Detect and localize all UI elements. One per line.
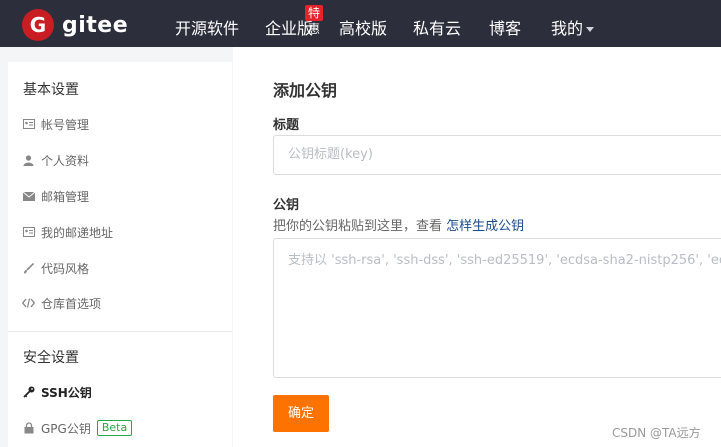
public-key-label: 公钥 bbox=[273, 198, 300, 213]
nav-item-private-cloud[interactable]: 私有云 bbox=[413, 15, 461, 39]
sidebar-item-address[interactable]: 我的邮递地址 bbox=[22, 223, 113, 241]
user-icon bbox=[22, 154, 35, 167]
address-card-icon bbox=[22, 226, 35, 239]
sidebar-item-label: SSH公钥 bbox=[41, 385, 92, 400]
group-title-basic: 基本设置 bbox=[23, 82, 79, 98]
sidebar-item-label: GPG公钥 bbox=[41, 421, 91, 436]
key-icon bbox=[22, 386, 35, 399]
gitee-logo-icon: G bbox=[22, 9, 54, 41]
sidebar-item-label: 代码风格 bbox=[41, 261, 90, 276]
sidebar-item-ssh-keys[interactable]: SSH公钥 bbox=[22, 383, 92, 401]
submit-button[interactable]: 确定 bbox=[273, 395, 329, 432]
beta-badge: Beta bbox=[96, 420, 133, 436]
public-key-textarea[interactable]: 支持以 'ssh-rsa', 'ssh-dss', 'ssh-ed25519',… bbox=[273, 238, 721, 378]
sidebar-item-label: 个人资料 bbox=[41, 153, 90, 168]
brush-icon bbox=[22, 262, 35, 275]
nav-item-open-source[interactable]: 开源软件 bbox=[175, 15, 239, 39]
settings-sidebar: 基本设置 帐号管理 个人资料 邮箱管理 我的邮递地址 代码风格 仓库首选项 安全… bbox=[8, 62, 232, 447]
sidebar-item-code-style[interactable]: 代码风格 bbox=[22, 259, 89, 277]
sidebar-item-profile[interactable]: 个人资料 bbox=[22, 151, 89, 169]
code-icon bbox=[22, 297, 35, 310]
nav-item-blog[interactable]: 博客 bbox=[489, 15, 521, 39]
sidebar-item-label: 仓库首选项 bbox=[41, 296, 102, 311]
sidebar-item-email[interactable]: 邮箱管理 bbox=[22, 187, 89, 205]
help-text-body: 把你的公钥粘贴到这里，查看 bbox=[273, 219, 447, 234]
watermark: CSDN @TA远方 bbox=[612, 426, 701, 440]
nav-item-mine[interactable]: 我的 bbox=[551, 15, 595, 39]
top-navbar: G gitee 开源软件 企业版 特惠 高校版 私有云 博客 我的 bbox=[0, 0, 721, 47]
logo-letter: G bbox=[29, 13, 47, 37]
sidebar-item-label: 帐号管理 bbox=[41, 117, 90, 132]
id-card-icon bbox=[22, 118, 35, 131]
envelope-icon bbox=[22, 190, 35, 203]
sidebar-item-gpg-keys[interactable]: GPG公钥 Beta bbox=[22, 419, 133, 437]
public-key-placeholder: 支持以 'ssh-rsa', 'ssh-dss', 'ssh-ed25519',… bbox=[288, 253, 721, 268]
gitee-logo[interactable]: G gitee bbox=[22, 9, 128, 41]
key-title-placeholder: 公钥标题(key) bbox=[288, 147, 373, 162]
brand-name: gitee bbox=[62, 12, 129, 38]
group-title-security: 安全设置 bbox=[23, 350, 79, 366]
help-text: 把你的公钥粘贴到这里，查看 怎样生成公钥 bbox=[273, 215, 524, 234]
sidebar-item-label: 邮箱管理 bbox=[41, 189, 90, 204]
how-to-generate-key-link[interactable]: 怎样生成公钥 bbox=[446, 219, 524, 234]
title-label: 标题 bbox=[273, 118, 300, 133]
nav-item-education[interactable]: 高校版 bbox=[339, 15, 387, 39]
lock-icon bbox=[22, 422, 35, 435]
sidebar-item-label: 我的邮递地址 bbox=[41, 225, 114, 240]
sidebar-item-repo-preferences[interactable]: 仓库首选项 bbox=[22, 294, 101, 312]
promo-badge: 特惠 bbox=[305, 5, 324, 36]
sidebar-item-account[interactable]: 帐号管理 bbox=[22, 115, 89, 133]
key-title-input[interactable]: 公钥标题(key) bbox=[273, 135, 721, 175]
page-title: 添加公钥 bbox=[273, 81, 338, 100]
main-content: 添加公钥 标题 公钥标题(key) 公钥 把你的公钥粘贴到这里，查看 怎样生成公… bbox=[233, 47, 721, 447]
chevron-down-icon bbox=[586, 27, 595, 32]
nav-item-mine-label: 我的 bbox=[551, 19, 584, 38]
sidebar-divider bbox=[8, 331, 232, 332]
